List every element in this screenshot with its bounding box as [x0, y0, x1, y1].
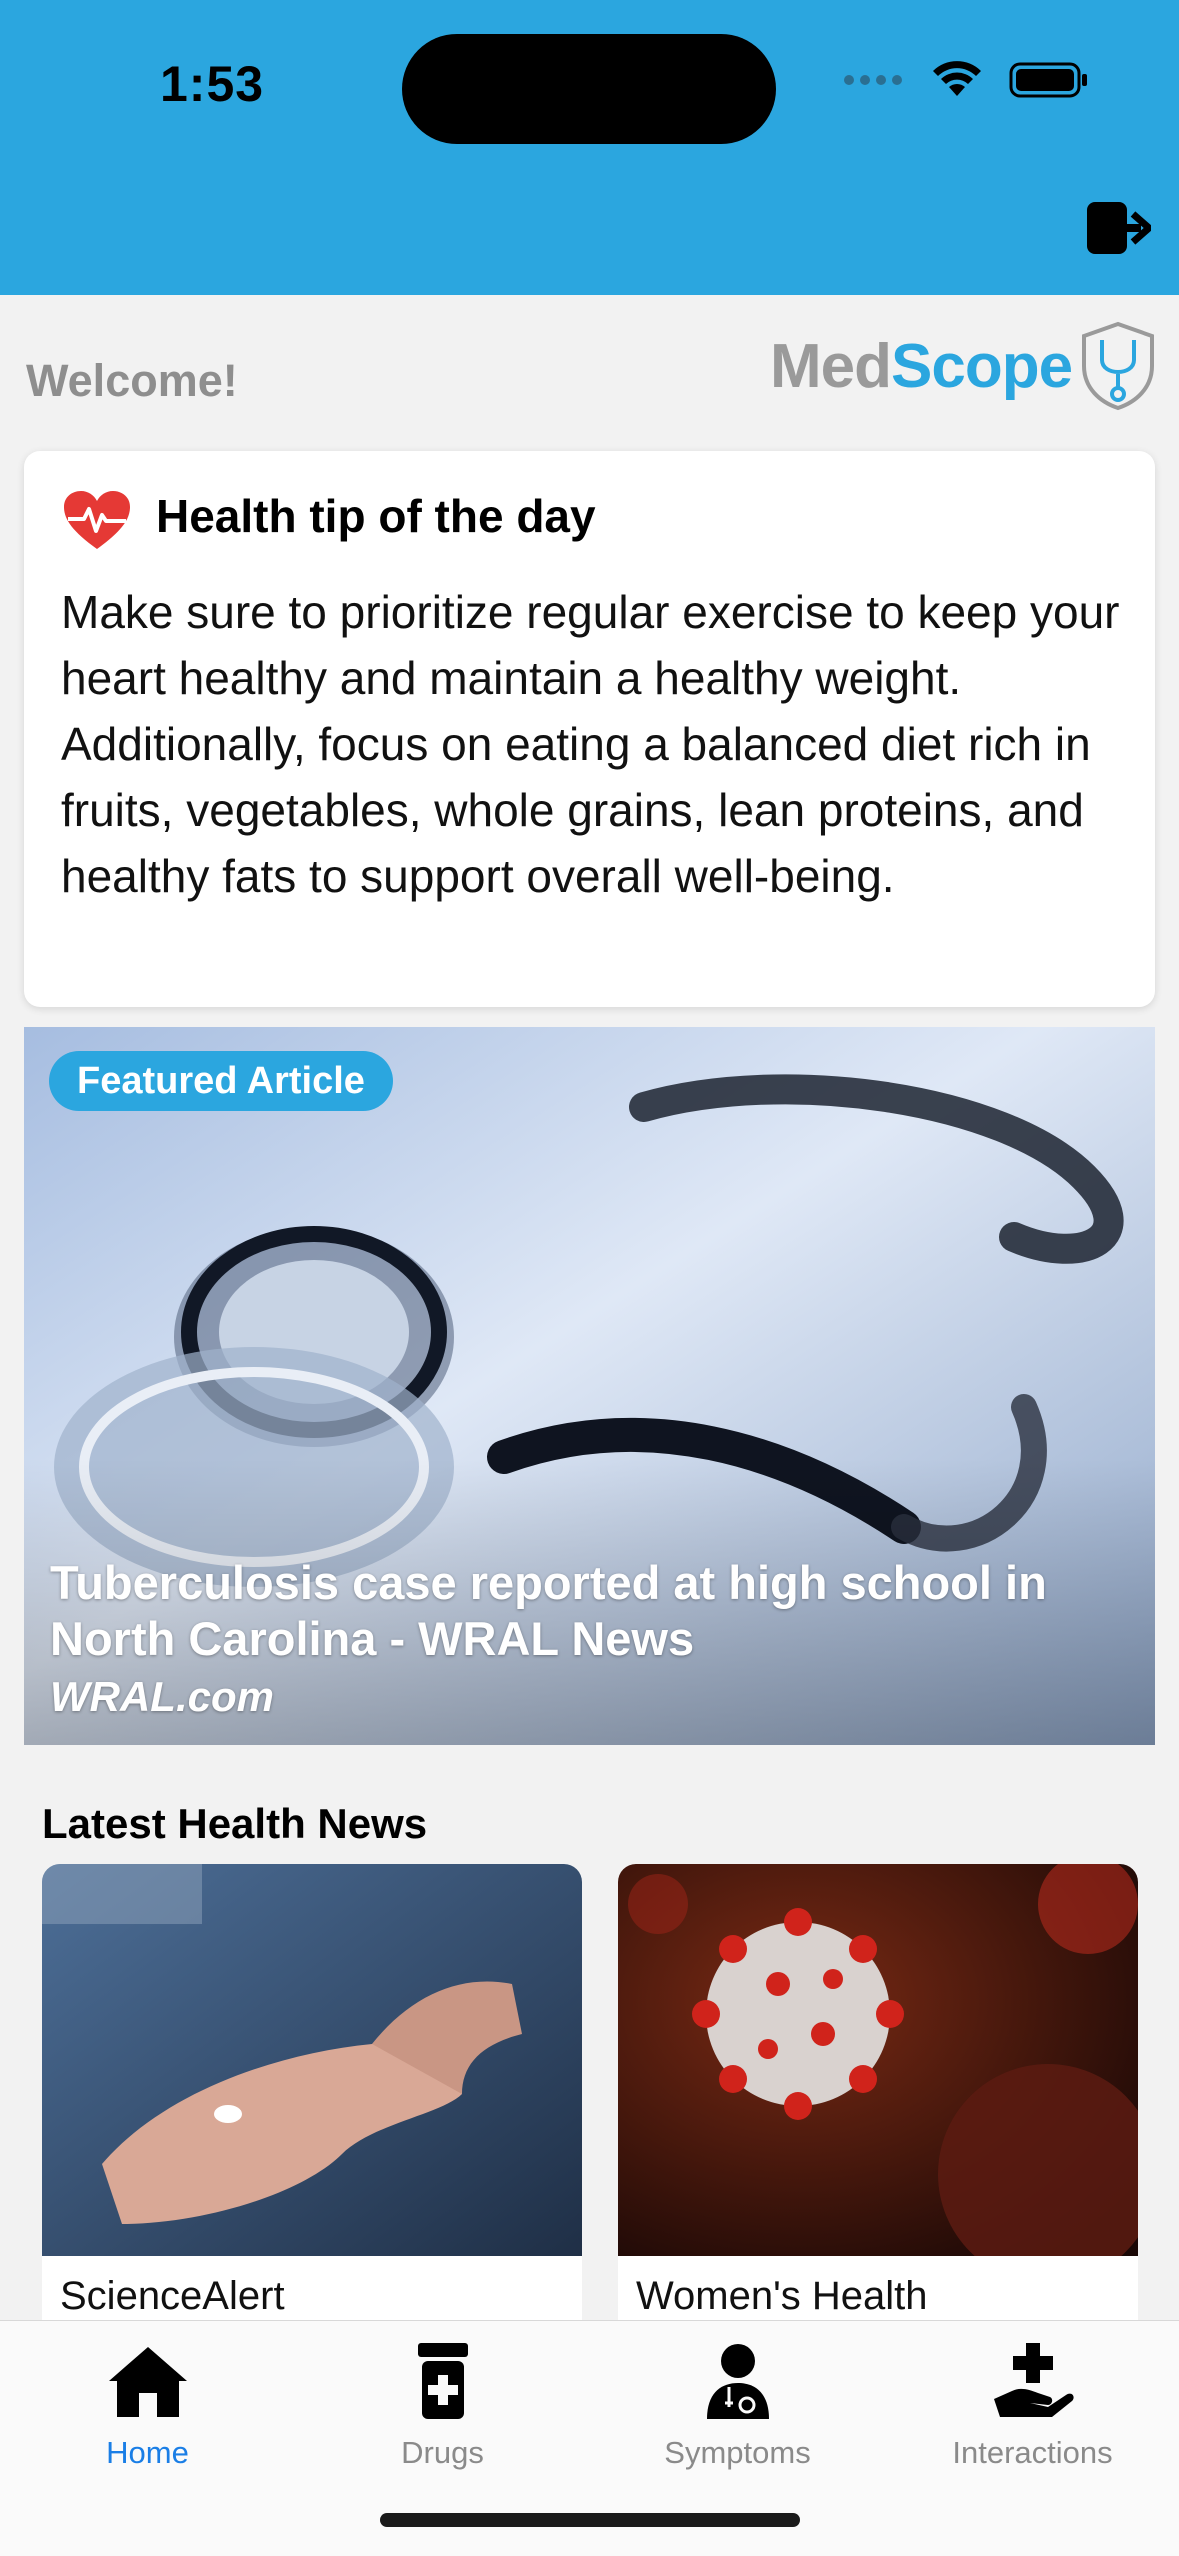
pill-bottle-icon [417, 2343, 468, 2419]
featured-title[interactable]: Tuberculosis case reported at high schoo… [50, 1555, 1130, 1667]
news-source: ScienceAlert [60, 2274, 285, 2318]
tip-body: Make sure to prioritize regular exercise… [61, 586, 1120, 902]
news-card[interactable]: ScienceAlert [42, 1864, 582, 2344]
tab-symptoms[interactable]: Symptoms [590, 2341, 885, 2471]
heart-pulse-icon [64, 491, 130, 549]
stethoscope-shield-icon [1082, 321, 1155, 411]
featured-source: WRAL.com [50, 1673, 274, 1720]
tab-interactions[interactable]: Interactions [885, 2341, 1179, 2471]
tab-label: Drugs [401, 2435, 484, 2470]
tab-home[interactable]: Home [0, 2341, 295, 2471]
featured-article[interactable]: Featured Article Tuberculosis case repor… [24, 1027, 1155, 1745]
tab-label: Interactions [952, 2435, 1113, 2470]
status-time: 1:53 [160, 56, 265, 112]
tab-label: Home [106, 2435, 189, 2470]
doctor-icon [706, 2344, 769, 2419]
featured-badge: Featured Article [49, 1051, 393, 1111]
news-source: Women's Health [636, 2274, 928, 2318]
status-icons [843, 60, 1089, 100]
logout-icon[interactable] [1085, 200, 1151, 256]
tip-title: Health tip of the day [156, 490, 596, 542]
home-indicator[interactable] [380, 2513, 800, 2527]
hand-medical-icon [993, 2343, 1074, 2417]
health-tip-card: Health tip of the day Make sure to prior… [24, 451, 1155, 1007]
wifi-icon [933, 61, 981, 96]
top-header: 1:53 [0, 0, 1179, 295]
latest-news-heading: Latest Health News [42, 1800, 428, 1847]
tab-label: Symptoms [664, 2435, 811, 2470]
home-icon [108, 2347, 187, 2417]
tab-drugs[interactable]: Drugs [295, 2341, 590, 2471]
signal-icon [844, 75, 902, 85]
dynamic-island [402, 34, 776, 144]
brand-name-part2: Scope [891, 331, 1073, 401]
brand-logo: Med Scope [770, 320, 1158, 412]
news-image-virus [618, 1864, 1138, 2256]
brand-name-part1: Med [770, 331, 892, 401]
news-image-pill-hand [42, 1864, 582, 2256]
news-card[interactable]: Women's Health [618, 1864, 1138, 2344]
battery-icon [1009, 62, 1087, 98]
welcome-text: Welcome! [26, 355, 238, 406]
